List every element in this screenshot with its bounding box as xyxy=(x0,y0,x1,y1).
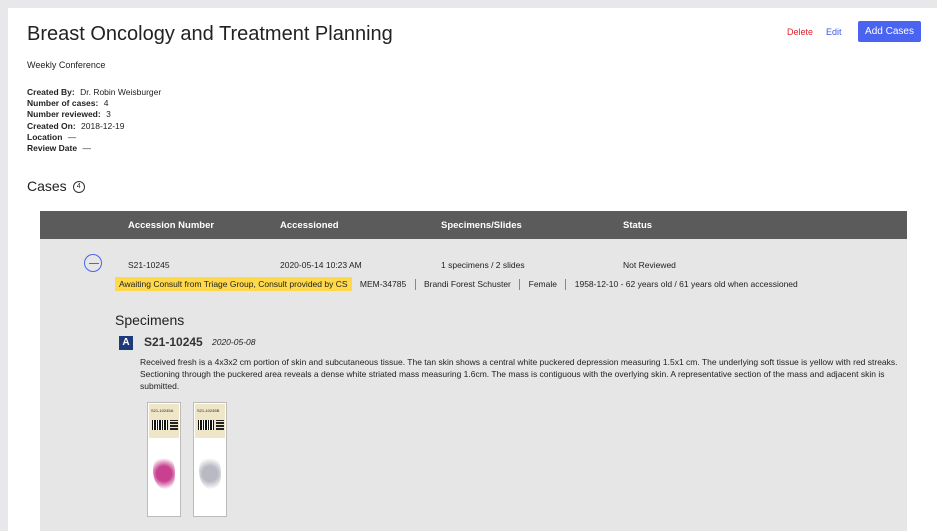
patient-name: Brandi Forest Schuster xyxy=(423,279,511,289)
specimen-date: 2020-05-08 xyxy=(212,337,256,347)
specimens-heading: Specimens xyxy=(115,312,185,328)
column-header-specimens-slides[interactable]: Specimens/Slides xyxy=(441,220,522,231)
delete-button[interactable]: Delete xyxy=(787,27,813,37)
cases-table: Accession Number Accessioned Specimens/S… xyxy=(40,211,907,531)
slide-thumbnail[interactable]: S21-10245A xyxy=(147,402,181,517)
meta-label: Created On: xyxy=(27,120,76,131)
meta-value: 4 xyxy=(103,98,109,109)
cases-heading-label: Cases xyxy=(27,178,67,194)
specimen-accession: S21-10245 xyxy=(144,335,203,349)
cases-heading: Cases 4 xyxy=(27,178,85,194)
patient-dob-age: 1958-12-10 - 62 years old / 61 years old… xyxy=(574,279,798,289)
divider xyxy=(565,279,567,291)
tissue-section-image xyxy=(153,455,175,489)
table-header: Accession Number Accessioned Specimens/S… xyxy=(40,211,907,239)
edit-button[interactable]: Edit xyxy=(826,27,842,37)
meta-label: Created By: xyxy=(27,87,75,97)
cell-status: Not Reviewed xyxy=(623,260,676,270)
meta-label: Review Date xyxy=(27,143,78,154)
conference-card: Breast Oncology and Treatment Planning D… xyxy=(8,8,937,531)
qr-code-icon xyxy=(170,420,178,430)
meta-value: 2018-12-19 xyxy=(81,120,125,131)
meta-created-on: Created On: 2018-12-19 xyxy=(27,121,161,132)
cell-accession[interactable]: S21-10245 xyxy=(128,260,170,270)
meta-created-by: Created By: Dr. Robin Weisburger xyxy=(27,87,161,98)
barcode-icon xyxy=(152,420,168,430)
barcode-icon xyxy=(198,420,214,430)
meta-number-of-cases: Number of cases: 4 xyxy=(27,98,161,109)
slide-label-area: S21-10245A xyxy=(149,404,179,438)
add-cases-button[interactable]: Add Cases xyxy=(858,21,921,42)
case-details-line: Awaiting Consult from Triage Group, Cons… xyxy=(115,277,798,293)
meta-label: Number reviewed: xyxy=(27,109,101,120)
cell-accessioned: 2020-05-14 10:23 AM xyxy=(280,260,362,270)
page-title: Breast Oncology and Treatment Planning xyxy=(27,23,393,45)
patient-sex: Female xyxy=(528,279,557,289)
specimen-description: Received fresh is a 4x3x2 cm portion of … xyxy=(140,357,898,391)
tissue-section-image xyxy=(199,455,221,489)
cases-count-badge: 4 xyxy=(72,181,85,194)
column-header-accessioned[interactable]: Accessioned xyxy=(280,220,339,231)
meta-value: — xyxy=(67,131,77,142)
mrn: MEM-34785 xyxy=(359,279,407,289)
divider xyxy=(519,279,521,291)
cell-specimens-slides: 1 specimens / 2 slides xyxy=(441,260,525,270)
divider xyxy=(414,279,416,291)
slide-label-text: S21-10245A xyxy=(151,408,174,413)
column-header-accession[interactable]: Accession Number xyxy=(128,220,214,231)
meta-review-date: Review Date — xyxy=(27,143,161,154)
specimen-letter-badge: A xyxy=(119,336,133,350)
consult-status-tag: Awaiting Consult from Triage Group, Cons… xyxy=(115,277,352,291)
meta-number-reviewed: Number reviewed: 3 xyxy=(27,109,161,120)
conference-meta: Created By: Dr. Robin Weisburger Number … xyxy=(27,87,161,154)
meta-location: Location — xyxy=(27,132,161,143)
slide-label-text: S21-10245B xyxy=(197,408,220,413)
qr-code-icon xyxy=(216,420,224,430)
meta-value: Dr. Robin Weisburger xyxy=(80,87,162,97)
column-header-status[interactable]: Status xyxy=(623,220,652,231)
meta-label: Location xyxy=(27,131,63,142)
page-subtitle: Weekly Conference xyxy=(27,60,106,70)
meta-value: — xyxy=(82,143,91,154)
meta-value: 3 xyxy=(106,109,111,120)
collapse-row-icon[interactable] xyxy=(84,254,102,272)
slide-label-area: S21-10245B xyxy=(195,404,225,438)
meta-label: Number of cases: xyxy=(27,98,99,109)
slide-thumbnail[interactable]: S21-10245B xyxy=(193,402,227,517)
